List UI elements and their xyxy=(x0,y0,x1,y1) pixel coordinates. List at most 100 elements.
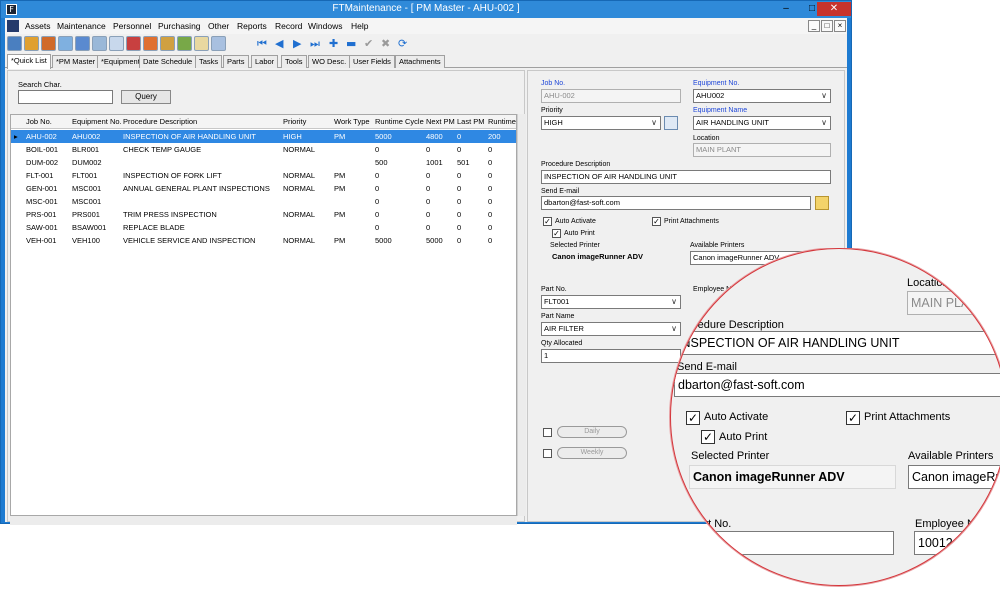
tab-date-schedule[interactable]: Date Schedule xyxy=(139,55,197,68)
menu-help[interactable]: Help xyxy=(351,21,368,31)
calendar-icon[interactable] xyxy=(92,36,107,51)
table-row[interactable]: PRS-001 PRS001 TRIM PRESS INSPECTION NORMAL… xyxy=(11,208,516,221)
priority-select[interactable]: HIGH xyxy=(541,116,661,130)
previous-record-icon[interactable]: ◀ xyxy=(275,37,283,50)
users-icon[interactable] xyxy=(41,36,56,51)
email-envelope-icon[interactable] xyxy=(815,196,829,210)
query-button[interactable]: Query xyxy=(121,90,171,104)
print-attachments-checkbox[interactable]: ✓ xyxy=(652,217,661,226)
column-header[interactable]: Priority xyxy=(283,115,333,128)
menu-windows[interactable]: Windows xyxy=(308,21,342,31)
save-check-icon[interactable]: ✔ xyxy=(364,37,373,50)
child-close-button[interactable]: × xyxy=(834,20,846,32)
job-no-label: Job No. xyxy=(541,80,566,87)
menu-personnel[interactable]: Personnel xyxy=(113,21,151,31)
tab-parts[interactable]: Parts xyxy=(223,55,249,68)
email-label: Send E-mail xyxy=(541,188,580,195)
child-restore-button[interactable]: □ xyxy=(821,20,833,32)
tab-tasks[interactable]: Tasks xyxy=(195,55,223,68)
location-field[interactable]: MAIN PLANT xyxy=(693,143,831,157)
table-row[interactable]: ▸ AHU-002 AHU002 INSPECTION OF AIR HANDLING… xyxy=(11,130,516,143)
column-header[interactable]: Last PM xyxy=(457,115,487,128)
table-cell: GEN-001 xyxy=(26,184,58,193)
table-cell: PM xyxy=(334,236,346,245)
document-icon[interactable] xyxy=(7,20,19,32)
daily-button[interactable]: Daily xyxy=(557,426,627,438)
menu-assets[interactable]: Assets xyxy=(25,21,51,31)
assets-icon[interactable] xyxy=(7,36,22,51)
table-row[interactable]: GEN-001 MSC001 ANNUAL GENERAL PLANT INSPEC… xyxy=(11,182,516,195)
menu-record[interactable]: Record xyxy=(275,21,302,31)
table-cell: 5000 xyxy=(375,132,392,141)
tab-quick-list[interactable]: *Quick List xyxy=(7,54,51,69)
delete-record-icon[interactable]: ▬ xyxy=(346,37,356,50)
job-no-field[interactable]: AHU-002 xyxy=(541,89,681,103)
report-icon[interactable] xyxy=(211,36,226,51)
priority-lookup-icon[interactable] xyxy=(664,116,678,130)
column-header[interactable]: Runtime Cycle xyxy=(375,115,425,128)
last-record-icon[interactable]: ⏭ xyxy=(310,37,320,51)
menu-purchasing[interactable]: Purchasing xyxy=(158,21,201,31)
cancel-icon[interactable]: ✖ xyxy=(381,37,390,50)
first-record-icon[interactable]: ⏮ xyxy=(257,37,267,51)
table-cell: INSPECTION OF AIR HANDLING UNIT xyxy=(123,132,256,141)
tab-user-fields[interactable]: User Fields xyxy=(349,55,395,68)
tab-pm-master[interactable]: *PM Master xyxy=(52,55,100,68)
menu-other[interactable]: Other xyxy=(208,21,229,31)
table-row[interactable]: MSC-001 MSC001 0 0 0 0 xyxy=(11,195,516,208)
daily-checkbox[interactable] xyxy=(543,428,552,437)
table-row[interactable]: SAW-001 BSAW001 REPLACE BLADE 0 0 0 0 xyxy=(11,221,516,234)
grid-header: Job No. Equipment No. Procedure Descript… xyxy=(11,115,516,129)
tab-equipment[interactable]: *Equipment xyxy=(97,55,144,68)
menu-maintenance[interactable]: Maintenance xyxy=(57,21,106,31)
zoom-part-no-field: FLT001 xyxy=(674,531,894,555)
close-button[interactable]: ✕ xyxy=(817,2,851,16)
equipment-name-select[interactable]: AIR HANDLING UNIT xyxy=(693,116,831,130)
purchase-icon[interactable] xyxy=(177,36,192,51)
column-header[interactable]: Next PM xyxy=(426,115,456,128)
vertical-scrollbar[interactable] xyxy=(517,114,526,516)
tab-tools[interactable]: Tools xyxy=(281,55,307,68)
equipment-no-select[interactable]: AHU002 xyxy=(693,89,831,103)
document-icon[interactable] xyxy=(58,36,73,51)
auto-activate-checkbox[interactable]: ✓ xyxy=(543,217,552,226)
tab-labor[interactable]: Labor xyxy=(251,55,279,68)
folder-icon[interactable] xyxy=(194,36,209,51)
minimize-button[interactable]: – xyxy=(773,2,799,16)
search-input[interactable] xyxy=(18,90,113,104)
table-cell: 0 xyxy=(375,210,380,219)
wrench-icon[interactable] xyxy=(160,36,175,51)
email-field[interactable]: dbarton@fast-soft.com xyxy=(541,196,811,210)
tab-attachments[interactable]: Attachments xyxy=(395,55,445,68)
procedure-field[interactable]: INSPECTION OF AIR HANDLING UNIT xyxy=(541,170,831,184)
search-record-icon[interactable] xyxy=(75,36,90,51)
table-row[interactable]: FLT-001 FLT001 INSPECTION OF FORK LIFT NORM… xyxy=(11,169,516,182)
menu-reports[interactable]: Reports xyxy=(237,21,267,31)
auto-print-checkbox[interactable]: ✓ xyxy=(552,229,561,238)
add-record-icon[interactable]: ✚ xyxy=(329,37,338,50)
table-cell: 0 xyxy=(488,197,493,206)
parts-icon[interactable] xyxy=(126,36,141,51)
weekly-checkbox[interactable] xyxy=(543,449,552,458)
child-minimize-button[interactable]: _ xyxy=(808,20,820,32)
horizontal-scrollbar[interactable] xyxy=(10,516,517,525)
auto-print-label: Auto Print xyxy=(564,230,595,237)
column-header[interactable]: Equipment No. xyxy=(72,115,122,128)
next-record-icon[interactable]: ▶ xyxy=(293,37,301,50)
title-bar[interactable]: F FTMaintenance - [ PM Master - AHU-002 … xyxy=(1,1,851,18)
column-header[interactable]: Procedure Description xyxy=(123,115,281,128)
zoom-email-field: dbarton@fast-soft.com xyxy=(674,373,1000,397)
table-row[interactable]: BOIL-001 BLR001 CHECK TEMP GAUGE NORMAL 0 0 0 0 xyxy=(11,143,516,156)
table-row[interactable]: DUM-002 DUM002 500 1001 501 0 xyxy=(11,156,516,169)
tools-icon[interactable] xyxy=(24,36,39,51)
column-header[interactable]: Job No. xyxy=(26,115,71,128)
weekly-button[interactable]: Weekly xyxy=(557,447,627,459)
tab-wo-desc[interactable]: WO Desc. xyxy=(308,55,351,68)
column-header[interactable]: Runtime A xyxy=(488,115,516,128)
checklist-icon[interactable] xyxy=(109,36,124,51)
column-header[interactable]: Work Type xyxy=(334,115,374,128)
refresh-icon[interactable]: ⟳ xyxy=(398,37,407,50)
table-row[interactable]: VEH-001 VEH100 VEHICLE SERVICE AND INSPECT… xyxy=(11,234,516,247)
person-icon[interactable] xyxy=(143,36,158,51)
procedure-label: Procedure Description xyxy=(541,161,611,168)
